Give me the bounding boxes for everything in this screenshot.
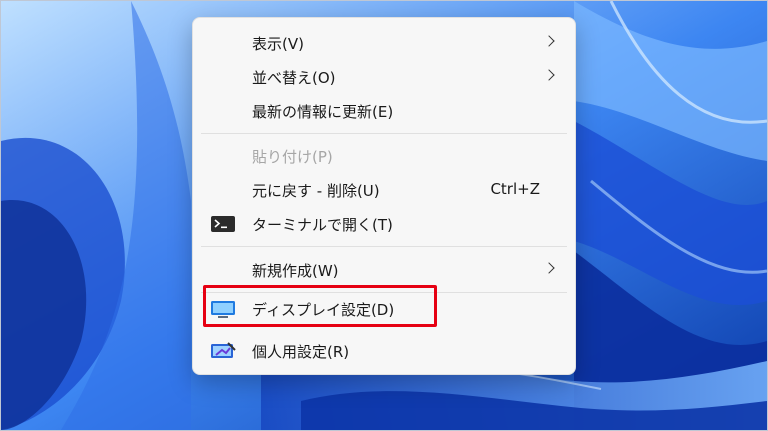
menu-item-view[interactable]: 表示(V) bbox=[197, 26, 571, 60]
menu-separator bbox=[201, 246, 567, 247]
menu-item-shortcut: Ctrl+Z bbox=[490, 180, 540, 198]
menu-item-label: 並べ替え(O) bbox=[252, 69, 336, 87]
menu-item-undo-delete[interactable]: 元に戻す - 削除(U) Ctrl+Z bbox=[197, 173, 571, 207]
menu-item-label: 新規作成(W) bbox=[252, 262, 339, 280]
chevron-right-icon bbox=[543, 69, 555, 81]
menu-separator bbox=[201, 133, 567, 134]
menu-item-label: ディスプレイ設定(D) bbox=[252, 301, 395, 319]
context-menu: 表示(V) 並べ替え(O) 最新の情報に更新(E) 貼り付け(P) 元に戻す -… bbox=[192, 17, 576, 375]
menu-item-label: 最新の情報に更新(E) bbox=[252, 103, 394, 121]
menu-item-paste[interactable]: 貼り付け(P) bbox=[197, 139, 571, 173]
menu-item-sort[interactable]: 並べ替え(O) bbox=[197, 60, 571, 94]
menu-item-open-terminal[interactable]: ターミナルで開く(T) bbox=[197, 207, 571, 241]
menu-item-label: 表示(V) bbox=[252, 35, 304, 53]
menu-item-display-settings[interactable]: ディスプレイ設定(D) bbox=[197, 292, 571, 326]
menu-item-label: 貼り付け(P) bbox=[252, 148, 333, 166]
menu-item-personalize[interactable]: 個人用設定(R) bbox=[197, 334, 571, 368]
display-icon bbox=[211, 301, 235, 318]
personalize-icon bbox=[211, 342, 236, 358]
menu-item-refresh[interactable]: 最新の情報に更新(E) bbox=[197, 94, 571, 128]
chevron-right-icon bbox=[543, 262, 555, 274]
menu-item-new[interactable]: 新規作成(W) bbox=[197, 253, 571, 287]
menu-item-label: 元に戻す - 削除(U) bbox=[252, 182, 380, 200]
menu-item-label: ターミナルで開く(T) bbox=[252, 216, 393, 234]
chevron-right-icon bbox=[543, 35, 555, 47]
menu-item-label: 個人用設定(R) bbox=[252, 343, 350, 361]
terminal-icon bbox=[211, 216, 235, 232]
desktop[interactable]: 表示(V) 並べ替え(O) 最新の情報に更新(E) 貼り付け(P) 元に戻す -… bbox=[0, 0, 768, 431]
